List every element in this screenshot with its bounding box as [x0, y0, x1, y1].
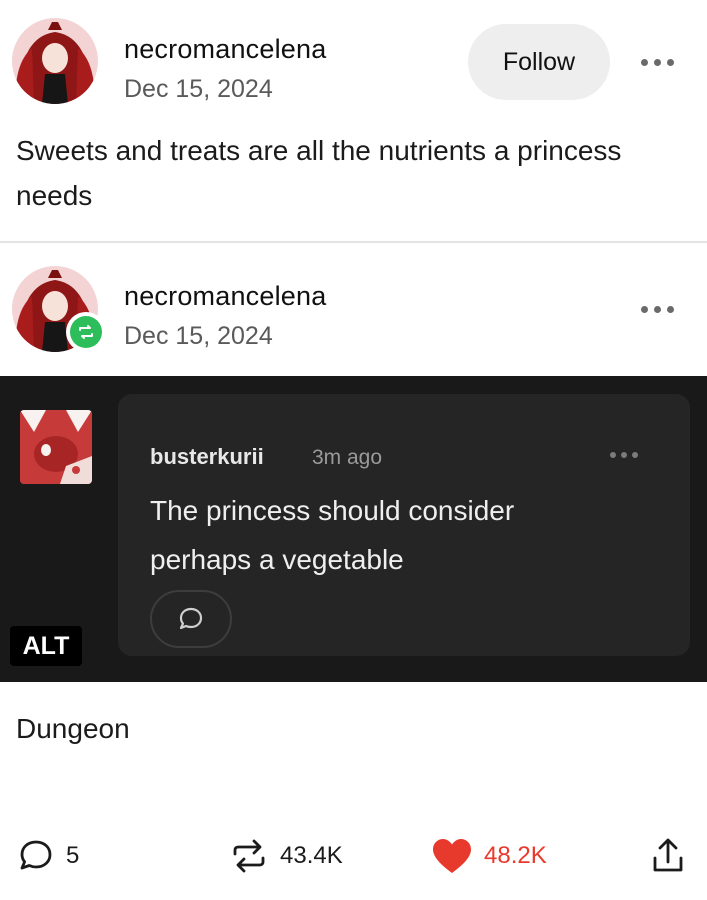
action-bar: 5 43.4K 48.2K — [0, 826, 707, 886]
reply-count: 5 — [66, 842, 80, 869]
reblog-button[interactable]: 43.4K — [228, 836, 343, 876]
post-body-text: Sweets and treats are all the nutrients … — [16, 135, 622, 211]
like-count: 48.2K — [484, 842, 547, 869]
post-username[interactable]: necromancelena — [124, 34, 326, 65]
reblog-icon — [233, 839, 265, 873]
divider — [0, 241, 707, 243]
caption-text: Dungeon — [16, 713, 130, 744]
follow-button[interactable]: Follow — [468, 24, 610, 100]
reply-button[interactable]: 5 — [16, 836, 79, 876]
avatar[interactable] — [12, 18, 98, 104]
comment-avatar — [20, 410, 92, 484]
more-options-icon[interactable] — [637, 55, 677, 69]
embedded-image[interactable]: busterkurii 3m ago The princess should c… — [0, 376, 707, 682]
reblog-more-options-icon[interactable] — [637, 302, 677, 316]
reblog-username[interactable]: necromancelena — [124, 281, 326, 312]
comment-more-icon — [610, 452, 638, 458]
comment-reply-icon — [150, 590, 232, 648]
comment-card: busterkurii 3m ago The princess should c… — [118, 394, 690, 656]
post-header: necromancelena Dec 15, 2024 Follow — [0, 0, 707, 120]
share-icon — [653, 838, 683, 872]
reblog-count: 43.4K — [280, 842, 343, 869]
comment-username: busterkurii — [150, 444, 264, 469]
share-button[interactable] — [648, 836, 688, 876]
comment-time: 3m ago — [312, 446, 383, 469]
alt-text-badge[interactable]: ALT — [10, 626, 82, 666]
post-date: Dec 15, 2024 — [124, 75, 273, 103]
reblog-date: Dec 15, 2024 — [124, 322, 273, 350]
comment-text: The princess should consider perhaps a v… — [150, 495, 515, 575]
reblog-badge-icon — [66, 312, 106, 352]
heart-icon — [433, 839, 471, 873]
like-button[interactable]: 48.2K — [430, 836, 547, 876]
reply-icon — [20, 840, 52, 870]
avatar-image — [12, 18, 98, 104]
